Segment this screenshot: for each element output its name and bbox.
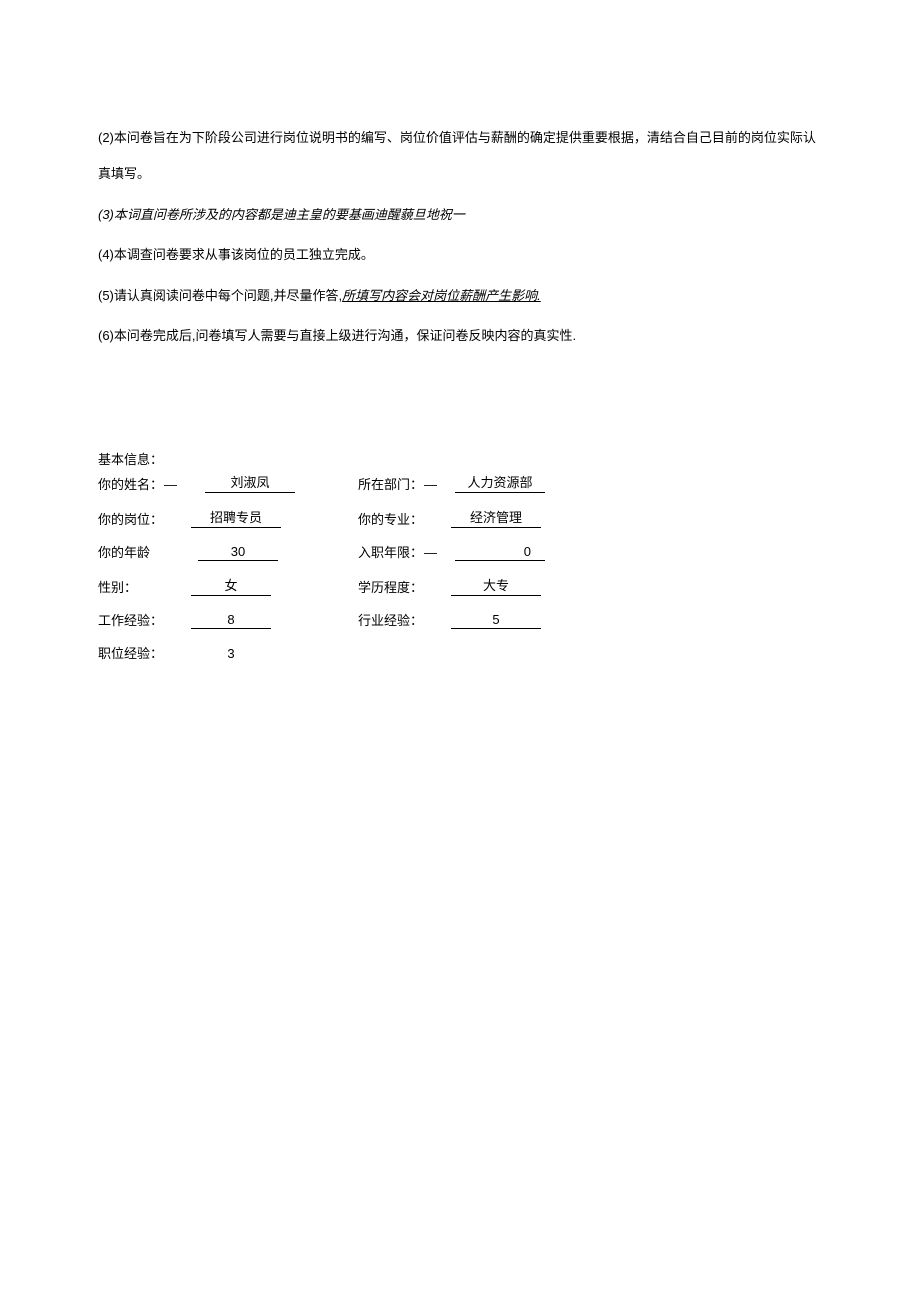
value-age: 30 — [198, 544, 278, 561]
instruction-5b: 所填写内容会对岗位薪酬产生影响. — [342, 288, 541, 303]
value-industryexp: 5 — [451, 612, 541, 629]
instruction-4: (4)本调查问卷要求从事该岗位的员工独立完成。 — [98, 237, 822, 273]
label-position: 你的岗位： — [98, 509, 163, 528]
label-positionexp: 职位经验： — [98, 643, 163, 662]
label-name: 你的姓名：— — [98, 474, 177, 493]
instructions-block: (2)本问卷旨在为下阶段公司进行岗位说明书的编写、岗位价值评估与薪酬的确定提供重… — [98, 120, 822, 354]
value-position: 招聘专员 — [191, 507, 281, 528]
info-row-6: 职位经验： 3 — [98, 643, 822, 662]
value-dept: 人力资源部 — [455, 472, 545, 493]
value-positionexp: 3 — [191, 646, 271, 662]
instruction-2: (2)本问卷旨在为下阶段公司进行岗位说明书的编写、岗位价值评估与薪酬的确定提供重… — [98, 120, 822, 193]
info-row-4: 性别： 女 学历程度： 大专 — [98, 575, 822, 596]
label-workexp: 工作经验： — [98, 610, 163, 629]
value-workexp: 8 — [191, 612, 271, 629]
info-row-2: 你的岗位： 招聘专员 你的专业： 经济管理 — [98, 507, 822, 528]
label-education: 学历程度： — [358, 577, 423, 596]
info-row-5: 工作经验： 8 行业经验： 5 — [98, 610, 822, 629]
instruction-5: (5)请认真阅读问卷中每个问题,并尽量作答,所填写内容会对岗位薪酬产生影响. — [98, 278, 822, 314]
info-row-3: 你的年龄 30 入职年限：— 0 — [98, 542, 822, 561]
label-age: 你的年龄 — [98, 542, 150, 561]
value-gender: 女 — [191, 575, 271, 596]
info-row-1: 你的姓名：— 刘淑凤 所在部门：— 人力资源部 — [98, 472, 822, 493]
label-gender: 性别： — [98, 577, 137, 596]
value-tenure: 0 — [455, 544, 545, 561]
value-education: 大专 — [451, 575, 541, 596]
basic-info-title: 基本信息： — [98, 449, 822, 468]
instruction-6: (6)本问卷完成后,问卷填写人需要与直接上级进行沟通，保证问卷反映内容的真实性. — [98, 318, 822, 354]
label-dept: 所在部门：— — [358, 474, 437, 493]
value-major: 经济管理 — [451, 507, 541, 528]
label-major: 你的专业： — [358, 509, 423, 528]
label-tenure: 入职年限：— — [358, 542, 437, 561]
value-name: 刘淑凤 — [205, 472, 295, 493]
instruction-3: (3)本词直问卷所涉及的内容都是迪主皇的要基画迪醒藐旦地祝一 — [98, 197, 822, 233]
instruction-5a: (5)请认真阅读问卷中每个问题,并尽量作答, — [98, 288, 342, 303]
basic-info-section: 基本信息： 你的姓名：— 刘淑凤 所在部门：— 人力资源部 你的岗位： 招聘专员… — [98, 449, 822, 662]
label-industryexp: 行业经验： — [358, 610, 423, 629]
